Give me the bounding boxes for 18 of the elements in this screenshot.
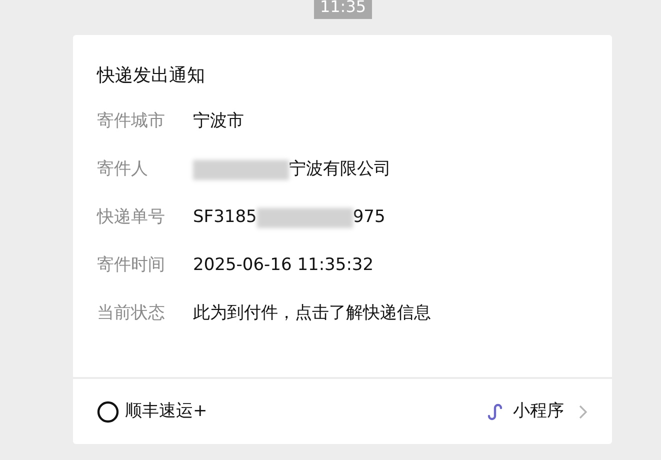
notification-card[interactable]: 快递发出通知 寄件城市 宁波市 寄件人 宁波有限公司 快递单号 SF3185 975 寄件时间 2025-06-16 11:35:32 当前状态 此为到付件，点击了解快递信息 顺丰速运+ 小程序 — [73, 35, 612, 444]
field-label: 寄件城市 — [97, 110, 166, 134]
mini-program-link[interactable]: 小程序 — [513, 398, 564, 424]
field-value: SF3185 — [193, 206, 257, 230]
chevron-right-icon — [578, 404, 588, 420]
field-value: 2025-06-16 11:35:32 — [193, 254, 374, 278]
time-badge: 11:35 — [314, 0, 372, 19]
card-title: 快递发出通知 — [97, 64, 205, 88]
link-icon — [485, 402, 505, 422]
field-label: 快递单号 — [97, 206, 166, 230]
field-label: 当前状态 — [97, 302, 166, 326]
brand-name: 顺丰速运+ — [125, 400, 208, 423]
field-value: 975 — [352, 206, 386, 230]
field-value: 宁波市 — [193, 110, 244, 134]
field-label: 寄件时间 — [97, 254, 166, 278]
field-label: 寄件人 — [97, 158, 149, 182]
field-value: 宁波有限公司 — [289, 158, 391, 182]
field-value: 此为到付件，点击了解快递信息 — [193, 302, 431, 326]
